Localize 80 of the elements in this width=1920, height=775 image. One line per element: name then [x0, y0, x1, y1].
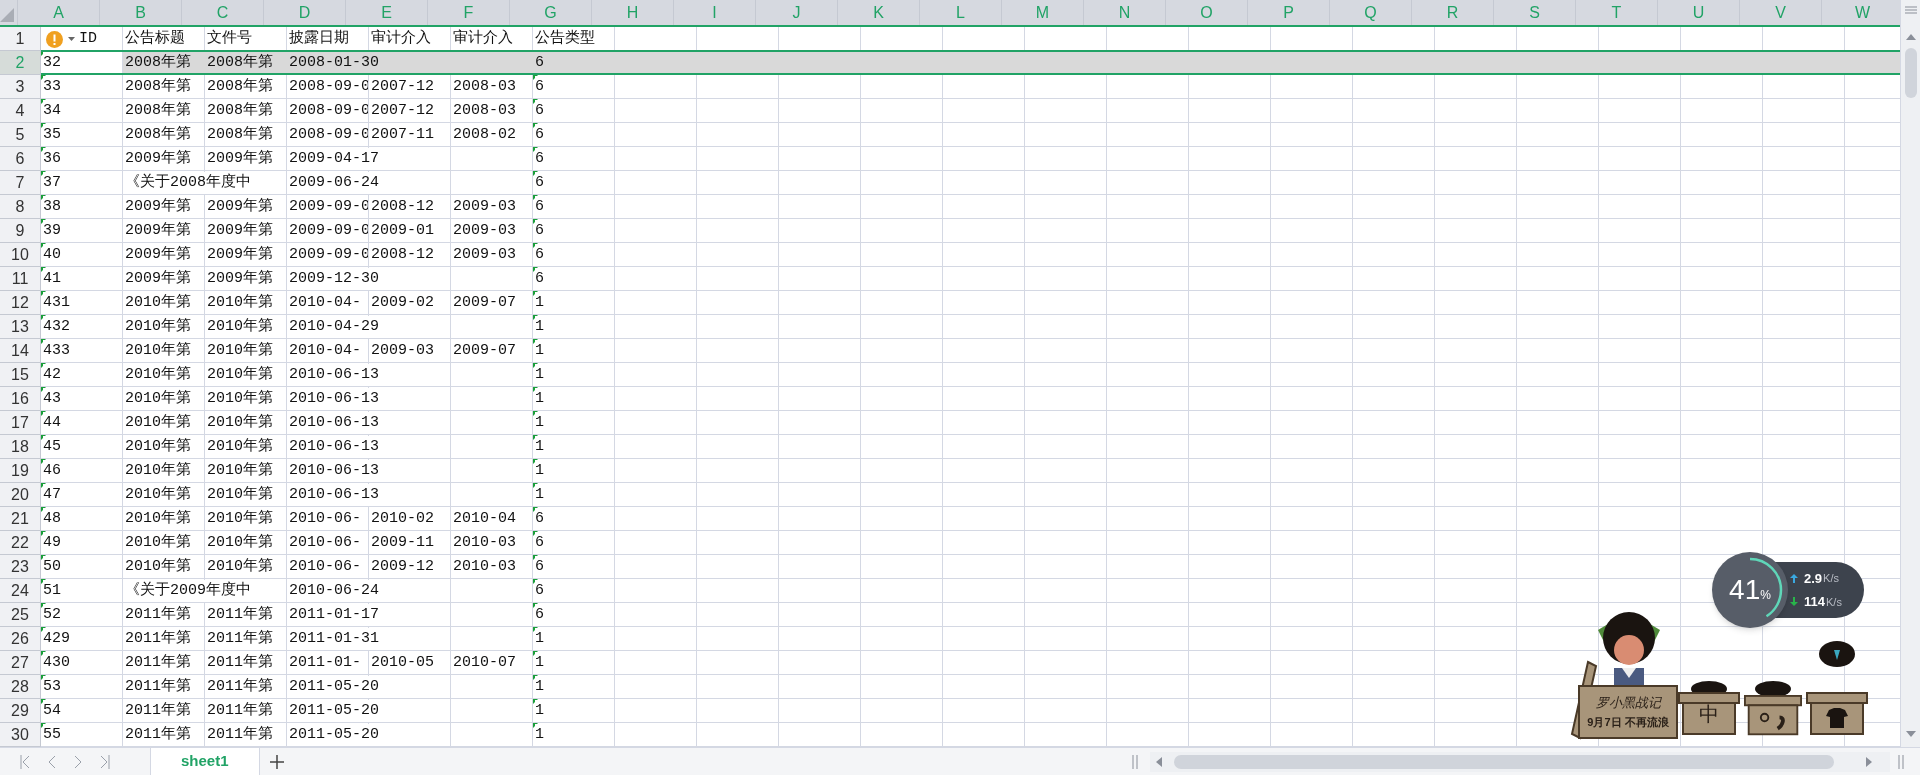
shirt-box-drawing: [1806, 692, 1868, 736]
table-cell: 2010-06-13: [289, 460, 381, 482]
row-header[interactable]: 15: [0, 363, 41, 387]
row-header[interactable]: 3: [0, 75, 41, 99]
speed-unit: K/s: [1823, 571, 1839, 586]
row-header[interactable]: 29: [0, 699, 41, 723]
scroll-left-icon[interactable]: [1156, 756, 1162, 767]
row-header[interactable]: 13: [0, 315, 41, 339]
speed-unit: K/s: [1826, 594, 1842, 610]
table-cell: 2010-06-13: [289, 364, 381, 386]
blob-icon: [1691, 678, 1727, 692]
table-cell: 2010-06-13: [289, 388, 381, 410]
next-sheet-icon[interactable]: [74, 754, 82, 769]
add-sheet-icon[interactable]: [269, 754, 284, 769]
download-arrow-icon: [1790, 597, 1798, 607]
table-cell: 2010-06-24: [289, 580, 381, 602]
logo-text: 罗小黑战记: [1595, 696, 1661, 709]
row-header[interactable]: 12: [0, 291, 41, 315]
row-header[interactable]: 21: [0, 507, 41, 531]
scroll-right-icon[interactable]: [1866, 756, 1872, 767]
last-sheet-icon[interactable]: [100, 754, 110, 769]
blob-icon: [1755, 678, 1791, 695]
row-header[interactable]: 17: [0, 411, 41, 435]
vertical-scrollbar[interactable]: [1900, 0, 1920, 747]
table-cell: 2010-06-13: [289, 436, 381, 458]
usage-percent: 41: [1729, 576, 1761, 604]
first-sheet-icon[interactable]: [20, 754, 30, 769]
scroll-up-icon[interactable]: [1905, 34, 1916, 40]
row-header[interactable]: 10: [0, 243, 41, 267]
splitter-icon[interactable]: [1132, 754, 1138, 769]
box-caption: 9月7日 不再流浪: [1587, 717, 1669, 728]
row-header[interactable]: 6: [0, 147, 41, 171]
percent-sign: %: [1760, 588, 1771, 604]
scroll-thumb[interactable]: [1904, 48, 1917, 98]
row-header[interactable]: 7: [0, 171, 41, 195]
table-cell: 2010-04-29: [289, 316, 381, 338]
row-header[interactable]: 28: [0, 675, 41, 699]
menu-icon[interactable]: [1904, 6, 1917, 14]
upload-arrow-icon: [1790, 573, 1798, 583]
row-header[interactable]: 5: [0, 123, 41, 147]
splitter-icon[interactable]: [1898, 754, 1904, 769]
table-cell: 2009-06-24: [289, 172, 381, 194]
table-cell: 2009-12-30: [289, 268, 381, 290]
table-cell: 2011-05-20: [289, 700, 381, 722]
row-header[interactable]: 25: [0, 603, 41, 627]
box-label: 中: [1698, 704, 1720, 724]
row-header[interactable]: 11: [0, 267, 41, 291]
select-all-icon[interactable]: [0, 8, 14, 22]
row-header[interactable]: 18: [0, 435, 41, 459]
row-header[interactable]: 14: [0, 339, 41, 363]
row-header[interactable]: 19: [0, 459, 41, 483]
horizontal-scrollbar[interactable]: [1150, 751, 1890, 772]
table-cell: 2011-05-20: [289, 724, 381, 746]
table-cell: 2009-04-17: [289, 148, 381, 170]
table-cell: 2011-01-31: [289, 628, 381, 650]
row-header[interactable]: 24: [0, 579, 41, 603]
scroll-down-icon[interactable]: [1905, 731, 1916, 737]
row-header[interactable]: 16: [0, 387, 41, 411]
row-header[interactable]: 9: [0, 219, 41, 243]
row-header[interactable]: 20: [0, 483, 41, 507]
table-cell: 2010-06-13: [289, 412, 381, 434]
row-header[interactable]: 23: [0, 555, 41, 579]
row-header[interactable]: 27: [0, 651, 41, 675]
previous-sheet-icon[interactable]: [48, 754, 56, 769]
row-header[interactable]: 1: [0, 27, 41, 51]
table-cell: 2011-01-17: [289, 604, 381, 626]
caret-icon[interactable]: [68, 37, 75, 41]
download-speed: 114: [1804, 593, 1825, 611]
table-cell: 2011-05-20: [289, 676, 381, 698]
blob-icon: [1819, 638, 1855, 668]
row-header[interactable]: 22: [0, 531, 41, 555]
row-header[interactable]: 8: [0, 195, 41, 219]
upload-speed: 2.9: [1804, 569, 1823, 588]
warning-icon[interactable]: [46, 30, 63, 48]
table-cell: 2010-06-13: [289, 484, 381, 506]
scroll-thumb[interactable]: [1174, 754, 1834, 769]
punctuation-box-drawing: [1742, 694, 1804, 736]
row-header[interactable]: 30: [0, 723, 41, 747]
row-header[interactable]: 26: [0, 627, 41, 651]
row-header[interactable]: 4: [0, 99, 41, 123]
